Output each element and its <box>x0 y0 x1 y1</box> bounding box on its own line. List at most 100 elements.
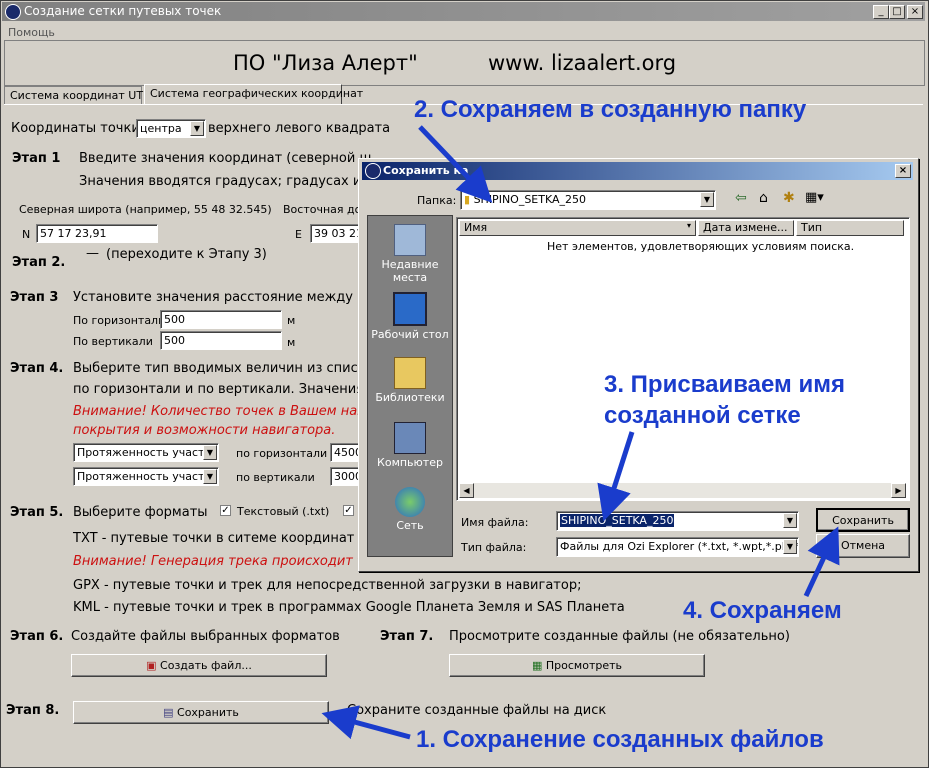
column-date-label: Дата измене... <box>703 221 788 234</box>
create-file-icon: ▣ <box>146 659 157 672</box>
network-icon <box>395 487 425 517</box>
stage5-label: Этап 5. <box>10 505 64 520</box>
save-button[interactable]: ▤ Сохранить <box>73 701 329 724</box>
horiz-length-input[interactable]: 4500 <box>330 443 360 462</box>
filename-input[interactable]: SHIPINO_SETKA_250 ▼ <box>556 511 799 531</box>
up-folder-icon[interactable]: ⌂ <box>759 190 768 206</box>
horiz-type-value: Протяженность участка <box>77 446 218 459</box>
place-network[interactable]: Сеть <box>368 487 452 532</box>
txt-description: TXT - путевые точки в ситеме координат U <box>73 531 369 546</box>
horiz-unit: м <box>287 314 296 327</box>
minimize-button[interactable]: _ <box>873 5 889 19</box>
lat-caption: Северная широта (например, 55 48 32.545) <box>19 203 272 216</box>
column-date[interactable]: Дата измене... <box>698 220 794 236</box>
close-button[interactable]: × <box>907 5 923 19</box>
column-name[interactable]: Имя ▾ <box>459 220 696 236</box>
view-button[interactable]: ▦ Просмотреть <box>449 654 705 677</box>
window-title: Создание сетки путевых точек <box>24 4 222 18</box>
dialog-cancel-button[interactable]: Отмена <box>816 534 910 558</box>
dialog-close-button[interactable]: × <box>895 164 911 178</box>
point-select[interactable]: центра ▼ <box>136 119 206 138</box>
stage2-text: (переходите к Этапу 3) <box>106 247 267 262</box>
horiz-label: По горизонтали <box>73 314 166 327</box>
filetype-select[interactable]: Файлы для Ozi Explorer (*.txt, *.wpt,*.p… <box>556 537 799 557</box>
filename-value: SHIPINO_SETKA_250 <box>560 514 675 527</box>
dialog-save-button[interactable]: Сохранить <box>816 508 910 532</box>
folder-select[interactable]: ▮ SHIPINO_SETKA_250 ▼ <box>460 190 716 210</box>
create-file-button[interactable]: ▣ Создать файл... <box>71 654 327 677</box>
chevron-down-icon: ▼ <box>783 513 797 528</box>
chevron-down-icon: ▼ <box>700 192 714 207</box>
save-icon: ▤ <box>163 706 174 719</box>
coords-label-post: верхнего левого квадрата <box>208 121 391 136</box>
stage1-text2: Значения вводятся градусах; градусах и м <box>79 174 376 189</box>
stage5-warning: Внимание! Генерация трека происходит то <box>73 554 373 569</box>
file-list[interactable]: Имя ▾ Дата измене... Тип Нет элементов, у… <box>456 217 910 501</box>
annotation-step3-line2: созданной сетке <box>604 402 801 429</box>
filetype-value: Файлы для Ozi Explorer (*.txt, *.wpt,*.p… <box>560 540 798 553</box>
annotation-step4: 4. Сохраняем <box>683 597 842 624</box>
txt-checkbox[interactable]: ✓ <box>220 505 231 516</box>
stage4-text1: Выберите тип вводимых величин из списка <box>73 361 374 376</box>
horiz-distance-input[interactable]: 500 <box>160 310 282 329</box>
place-recent[interactable]: Недавние места <box>368 224 452 284</box>
libraries-icon <box>394 357 426 389</box>
place-computer[interactable]: Компьютер <box>368 422 452 469</box>
chevron-down-icon: ▼ <box>203 445 217 460</box>
app-icon <box>5 4 21 20</box>
longitude-input[interactable]: 39 03 21 <box>310 224 360 243</box>
scroll-left-icon[interactable]: ◀ <box>459 483 474 498</box>
folder-icon: ▮ <box>464 193 471 206</box>
txt-checkbox-label: Текстовый (.txt) <box>237 505 330 518</box>
view-menu-icon[interactable]: ▦▾ <box>805 190 824 205</box>
maximize-button[interactable]: □ <box>889 5 905 19</box>
chevron-down-icon: ▾ <box>686 221 691 230</box>
horizontal-scrollbar[interactable]: ◀ ▶ <box>459 483 906 498</box>
stage6-text: Создайте файлы выбранных форматов <box>71 629 340 644</box>
chevron-down-icon: ▼ <box>203 469 217 484</box>
places-bar: Недавние места Рабочий стол Библиотеки К… <box>367 215 453 557</box>
stage4-horiz-label: по горизонтали <box>236 447 328 460</box>
stage4-warning1: Внимание! Количество точек в Вашем нави <box>73 404 374 419</box>
tab-utm[interactable]: Система координат UTM <box>4 86 153 104</box>
place-libraries[interactable]: Библиотеки <box>368 357 452 404</box>
scroll-right-icon[interactable]: ▶ <box>891 483 906 498</box>
stage8-label: Этап 8. <box>6 703 60 718</box>
vert-distance-input[interactable]: 500 <box>160 331 282 350</box>
place-recent-label: Недавние места <box>381 258 439 284</box>
e-label: E <box>295 228 302 241</box>
new-folder-icon[interactable]: ✱ <box>783 190 795 206</box>
stage8-text: Сохраните созданные файлы на диск <box>347 703 607 718</box>
stage4-text2: по горизонтали и по вертикали. Значения … <box>73 382 376 397</box>
tab-geographic[interactable]: Система географических координат <box>144 84 363 104</box>
place-libraries-label: Библиотеки <box>375 391 445 404</box>
stage5-text: Выберите форматы <box>73 505 208 520</box>
place-desktop-label: Рабочий стол <box>371 328 449 341</box>
empty-message: Нет элементов, удовлетворяющих условиям … <box>547 240 855 253</box>
annotation-step3-line1: 3. Присваиваем имя <box>604 371 845 398</box>
kml-description: KML - путевые точки и трек в программах … <box>73 600 625 615</box>
folder-label: Папка: <box>417 194 457 207</box>
menu-help[interactable]: Помощь <box>8 26 55 39</box>
stage2-label: Этап 2. <box>12 255 66 270</box>
title-bar: Создание сетки путевых точек _ □ × <box>2 2 925 21</box>
place-desktop[interactable]: Рабочий стол <box>368 292 452 341</box>
vert-length-input[interactable]: 3000 <box>330 467 360 486</box>
stage6-label: Этап 6. <box>10 629 64 644</box>
dialog-app-icon <box>365 163 381 179</box>
back-icon[interactable]: ⇦ <box>735 190 747 206</box>
stage3-label: Этап 3 <box>10 290 59 305</box>
vert-type-select[interactable]: Протяженность участка ▼ <box>73 467 219 486</box>
horiz-type-select[interactable]: Протяженность участка ▼ <box>73 443 219 462</box>
vert-label: По вертикали <box>73 335 153 348</box>
stage1-label: Этап 1 <box>12 151 61 166</box>
recent-places-icon <box>394 224 426 256</box>
banner-site: www. lizaalert.org <box>488 51 677 75</box>
column-type-label: Тип <box>801 221 823 234</box>
column-type[interactable]: Тип <box>796 220 904 236</box>
annotation-step1: 1. Сохранение созданных файлов <box>416 726 824 753</box>
second-format-checkbox[interactable]: ✓ <box>343 505 354 516</box>
latitude-input[interactable]: 57 17 23,91 <box>36 224 158 243</box>
stage4-label: Этап 4. <box>10 361 64 376</box>
filetype-label: Тип файла: <box>461 541 527 554</box>
